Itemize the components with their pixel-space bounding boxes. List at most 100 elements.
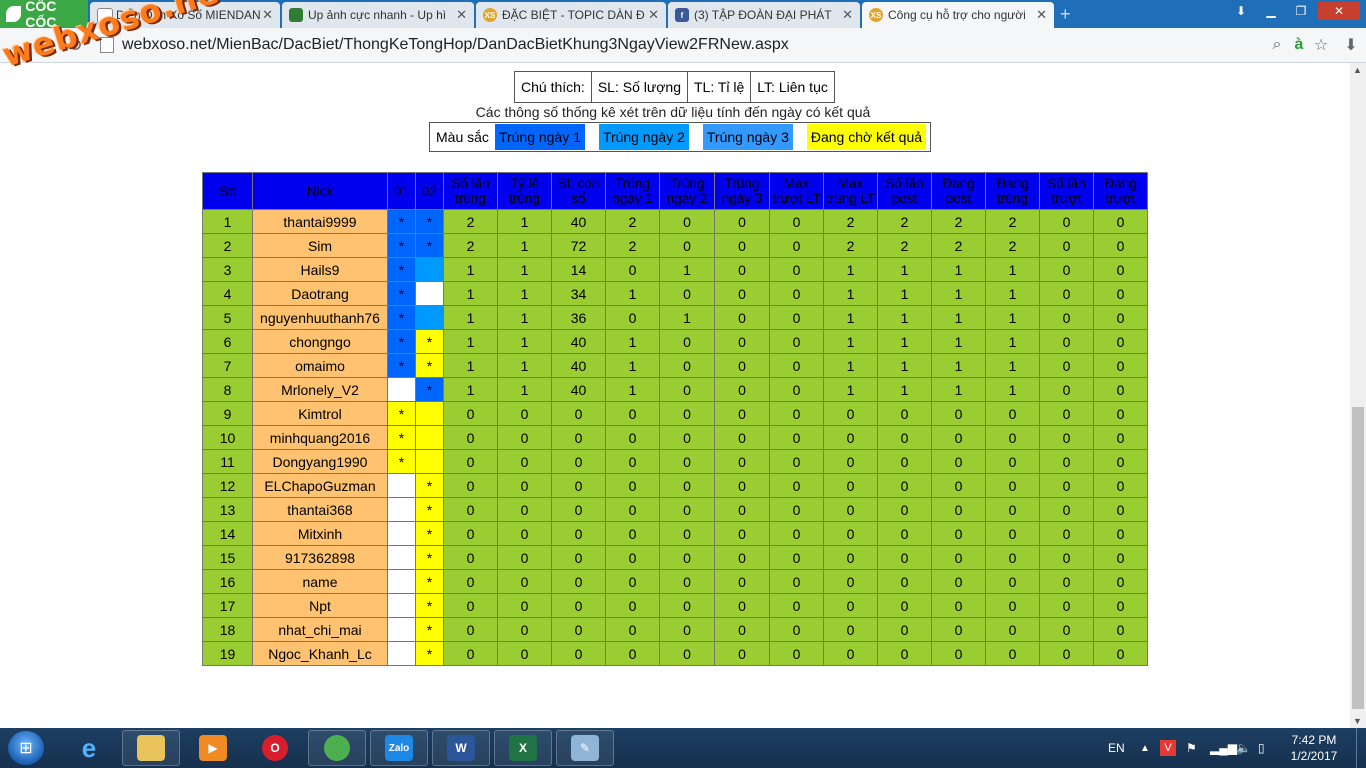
taskbar-zalo[interactable]: Zalo: [370, 730, 428, 766]
column-header: Stt: [202, 172, 253, 210]
value-cell: 0: [931, 449, 986, 474]
day02-cell: [415, 401, 444, 426]
value-cell: 0: [1093, 305, 1148, 330]
tab-congcu[interactable]: XS Công cụ hỗ trợ cho người ✕: [862, 2, 1054, 28]
network-signal-icon[interactable]: ▂▄▆: [1210, 728, 1237, 768]
value-cell: 0: [443, 617, 498, 642]
value-cell: 0: [877, 497, 932, 522]
scroll-up-icon[interactable]: ▲: [1353, 65, 1362, 75]
minimize-button[interactable]: ▁: [1258, 2, 1284, 20]
taskbar-coccoc[interactable]: [308, 730, 366, 766]
download-icon[interactable]: ⬇: [1228, 2, 1254, 20]
tab-diendan[interactable]: Diễn Đàn Xổ Số MIENDAN ✕: [90, 2, 280, 28]
language-indicator[interactable]: EN: [1108, 728, 1125, 768]
value-cell: 0: [443, 569, 498, 594]
value-cell: 0: [714, 497, 770, 522]
system-clock[interactable]: 7:42 PM 1/2/2017: [1284, 732, 1344, 764]
forward-arrow-icon[interactable]: →: [34, 34, 56, 56]
maximize-button[interactable]: ❐: [1288, 2, 1314, 20]
show-desktop-button[interactable]: [1356, 728, 1366, 768]
value-cell: 0: [1039, 329, 1094, 354]
value-cell: 0: [605, 497, 660, 522]
tab-dacbiet[interactable]: XS ĐẶC BIỆT - TOPIC DÀN Đ ✕: [476, 2, 666, 28]
action-center-flag-icon[interactable]: ⚑: [1186, 728, 1197, 768]
value-cell: 2: [443, 233, 498, 258]
reload-icon[interactable]: ↻: [64, 34, 86, 56]
value-cell: 0: [877, 425, 932, 450]
coccoc-dictionary-icon[interactable]: à: [1288, 34, 1310, 56]
taskbar-paint[interactable]: ✎: [556, 730, 614, 766]
address-bar[interactable]: webxoso.net/MienBac/DacBiet/ThongKeTongH…: [100, 35, 1260, 55]
battery-icon[interactable]: ▯: [1258, 728, 1265, 768]
table-row: 4 Daotrang * 1 1 34 1 0 0 0 1 1 1 1 0 0: [202, 281, 1148, 306]
value-cell: 0: [1093, 473, 1148, 498]
paint-icon: ✎: [571, 735, 599, 761]
tab-close-icon[interactable]: ✕: [1036, 7, 1047, 23]
day02-cell: *: [415, 353, 444, 378]
value-cell: 0: [497, 545, 552, 570]
value-cell: 40: [551, 209, 606, 234]
value-cell: 0: [1039, 257, 1094, 282]
day01-cell: *: [387, 401, 416, 426]
tab-close-icon[interactable]: ✕: [262, 7, 273, 23]
brand-name: CỐC CỐC: [25, 0, 57, 30]
value-cell: 1: [605, 329, 660, 354]
tray-app-icon[interactable]: V: [1160, 728, 1176, 768]
value-cell: 0: [659, 497, 715, 522]
value-cell: 1: [605, 377, 660, 402]
coccoc-menu-button[interactable]: CỐC CỐC: [0, 0, 88, 30]
taskbar-media-player[interactable]: ▶: [184, 730, 242, 766]
tab-facebook[interactable]: f (3) TẬP ĐOÀN ĐẠI PHÁT ✕: [668, 2, 860, 28]
value-cell: 0: [714, 641, 770, 666]
value-cell: 72: [551, 233, 606, 258]
tab-close-icon[interactable]: ✕: [842, 7, 853, 23]
tab-close-icon[interactable]: ✕: [456, 7, 467, 23]
table-row: 9 Kimtrol * 0 0 0 0 0 0 0 0 0 0 0 0 0: [202, 401, 1148, 426]
value-cell: 0: [714, 593, 770, 618]
taskbar-file-manager[interactable]: [122, 730, 180, 766]
zoom-icon[interactable]: ⌕: [1266, 34, 1288, 56]
show-hidden-icons[interactable]: ▲: [1140, 728, 1150, 768]
value-cell: 0: [769, 545, 824, 570]
scroll-down-icon[interactable]: ▼: [1353, 716, 1362, 726]
vertical-scrollbar[interactable]: ▲ ▼: [1350, 63, 1366, 728]
value-cell: 0: [551, 425, 606, 450]
bookmark-star-icon[interactable]: ☆: [1310, 34, 1332, 56]
table-row: 10 minhquang2016 * 0 0 0 0 0 0 0 0 0 0 0 0 0: [202, 425, 1148, 450]
volume-icon[interactable]: 🔈: [1236, 728, 1251, 768]
value-cell: 1: [823, 329, 878, 354]
tab-upanh[interactable]: Up ảnh cực nhanh - Up hì ✕: [282, 2, 474, 28]
taskbar-excel[interactable]: X: [494, 730, 552, 766]
taskbar-opera[interactable]: O: [246, 730, 304, 766]
value-cell: 1: [877, 281, 932, 306]
column-header: Tỷ lệ trúng: [497, 172, 552, 210]
day01-cell: [387, 473, 416, 498]
tab-close-icon[interactable]: ✕: [648, 7, 659, 23]
download-icon[interactable]: ⬇: [1340, 34, 1362, 56]
value-cell: 0: [659, 569, 715, 594]
page-icon: [97, 8, 113, 24]
taskbar-internet-explorer[interactable]: e: [60, 730, 118, 766]
column-header: Trúng ngày 1: [605, 172, 660, 210]
value-cell: 1: [931, 353, 986, 378]
value-cell: 2: [931, 209, 986, 234]
value-cell: 0: [443, 425, 498, 450]
day01-cell: [387, 521, 416, 546]
value-cell: 1: [985, 329, 1040, 354]
day02-cell: *: [415, 617, 444, 642]
value-cell: 0: [769, 641, 824, 666]
taskbar-word[interactable]: W: [432, 730, 490, 766]
scrollbar-thumb[interactable]: [1352, 407, 1364, 709]
value-cell: 0: [985, 593, 1040, 618]
value-cell: 0: [1039, 521, 1094, 546]
value-cell: 0: [443, 545, 498, 570]
close-window-button[interactable]: ✕: [1318, 2, 1360, 20]
value-cell: 1: [985, 353, 1040, 378]
back-arrow-icon[interactable]: ←: [6, 34, 28, 56]
start-button[interactable]: ⊞: [8, 731, 44, 765]
clock-date: 1/2/2017: [1290, 749, 1338, 763]
new-tab-button[interactable]: +: [1060, 5, 1078, 23]
value-cell: 1: [497, 209, 552, 234]
value-cell: 0: [931, 401, 986, 426]
nick-cell: ELChapoGuzman: [252, 473, 388, 498]
